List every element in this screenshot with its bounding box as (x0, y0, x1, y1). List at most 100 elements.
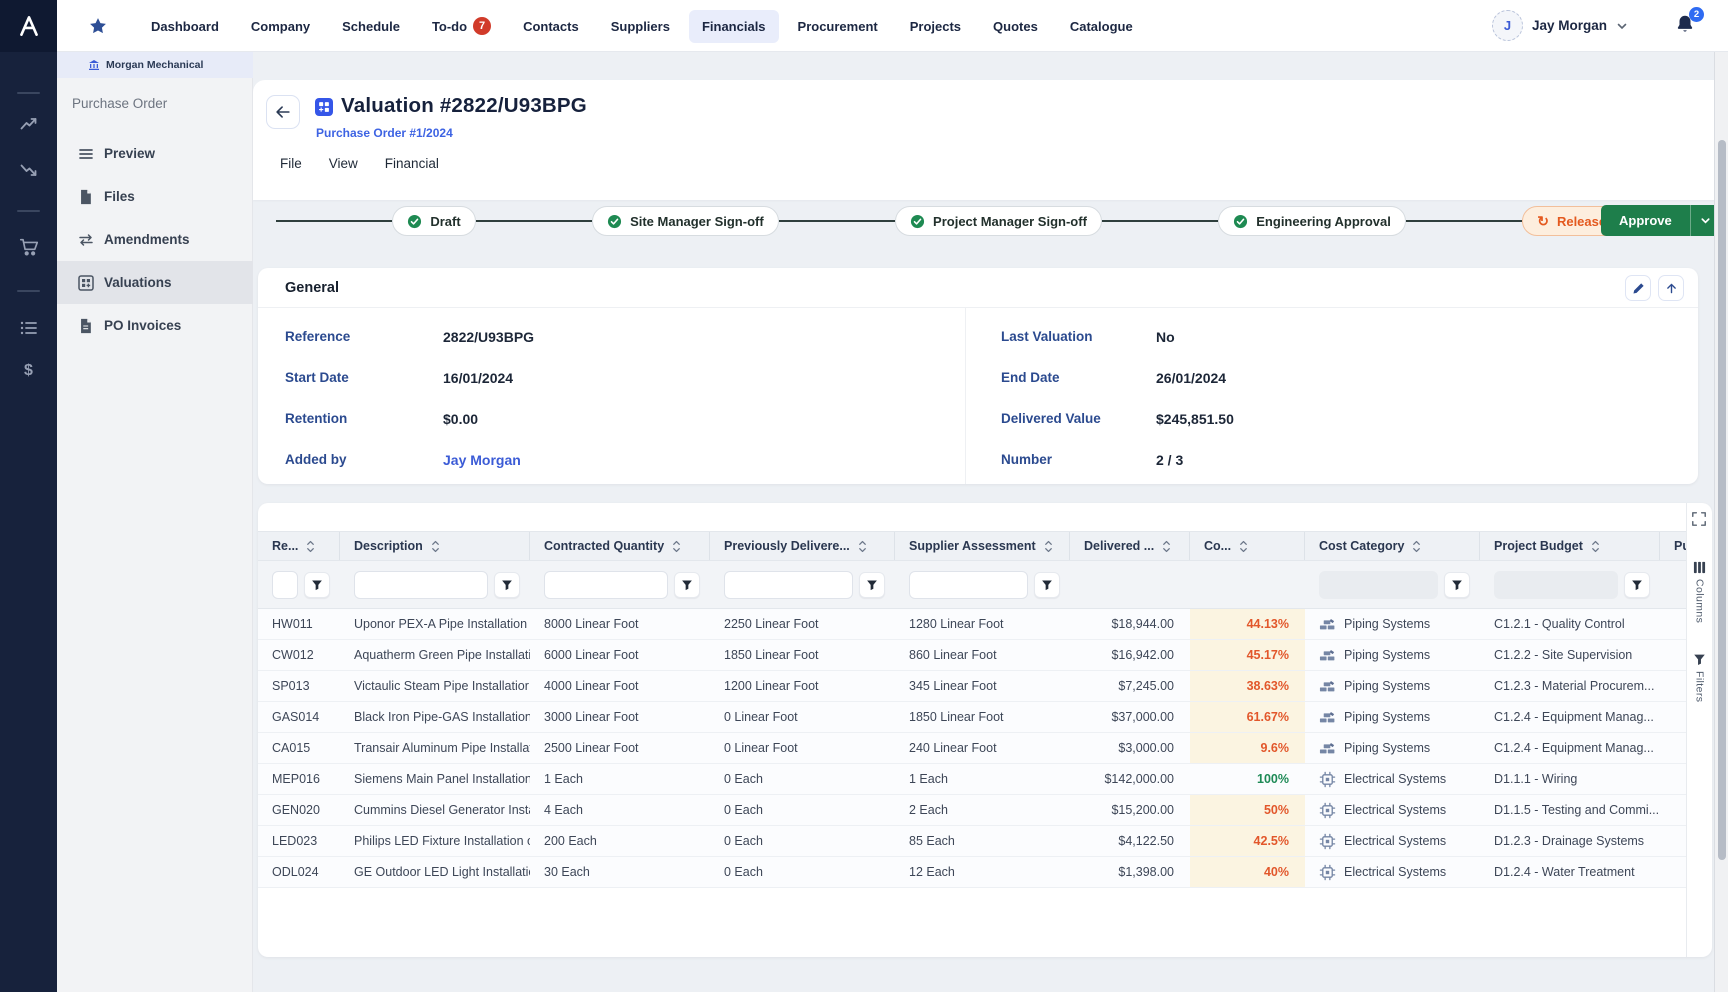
filter-input[interactable] (354, 571, 488, 599)
nav-item[interactable]: Catalogue (1057, 10, 1146, 43)
nav-item[interactable]: Projects (897, 10, 974, 43)
table-row[interactable]: ODL024 GE Outdoor LED Light Installatic … (258, 857, 1686, 888)
filter-funnel-button[interactable] (1034, 572, 1060, 598)
columns-panel-button[interactable]: Columns (1693, 561, 1706, 623)
app-logo[interactable] (0, 0, 57, 52)
column-header[interactable]: Cost Category (1305, 532, 1480, 560)
dollar-icon[interactable]: $ (0, 362, 57, 380)
field-label: Added by (285, 452, 443, 467)
column-header[interactable]: Previously Delivere... (710, 532, 895, 560)
filter-input[interactable] (909, 571, 1028, 599)
sidebar-item[interactable]: Valuations (57, 261, 253, 304)
nav-item-label: To-do (432, 19, 467, 34)
sort-icon[interactable] (1043, 540, 1054, 553)
sidebar-item[interactable]: Amendments (57, 218, 253, 261)
filter-input[interactable] (724, 571, 853, 599)
nav-item[interactable]: Quotes (980, 10, 1051, 43)
column-header[interactable]: Contracted Quantity (530, 532, 710, 560)
notifications-button[interactable]: 2 (1674, 12, 1700, 40)
column-header[interactable]: Pu... (1660, 532, 1686, 560)
purchase-order-link[interactable]: Purchase Order #1/2024 (316, 126, 453, 140)
back-button[interactable] (266, 95, 300, 129)
app-window: Dashboard Company Schedule To-do 7 (0, 0, 1728, 992)
nav-item[interactable]: Suppliers (598, 10, 683, 43)
cost-category-label: Piping Systems (1344, 710, 1430, 724)
table-row[interactable]: MEP016 Siemens Main Panel Installation 1… (258, 764, 1686, 795)
table-row[interactable]: HW011 Uponor PEX-A Pipe Installation ( 8… (258, 609, 1686, 640)
nav-item[interactable]: Company (238, 10, 323, 43)
sort-icon[interactable] (1590, 540, 1601, 553)
nav-item[interactable]: To-do 7 (419, 8, 504, 44)
filter-input[interactable] (1494, 571, 1618, 599)
nav-item-label: Projects (910, 19, 961, 34)
edit-button[interactable] (1625, 275, 1651, 301)
column-header[interactable]: Delivered ... (1070, 532, 1190, 560)
breadcrumb-company[interactable]: Morgan Mechanical (57, 52, 253, 78)
filter-funnel-button[interactable] (859, 572, 885, 598)
sidebar-item-label: Valuations (104, 275, 172, 290)
field-label: Last Valuation (1001, 329, 1156, 344)
menu-item[interactable]: Financial (385, 156, 439, 171)
sort-icon[interactable] (305, 540, 316, 553)
column-header[interactable]: Supplier Assessment (895, 532, 1070, 560)
cart-icon[interactable] (0, 236, 57, 258)
workflow-step[interactable]: ↻ Draft (392, 206, 475, 236)
workflow-connector (276, 220, 392, 222)
sidebar-item[interactable]: Files (57, 175, 253, 218)
table-row[interactable]: GAS014 Black Iron Pipe-GAS Installation … (258, 702, 1686, 733)
avatar: J (1492, 10, 1523, 41)
table-row[interactable]: CA015 Transair Aluminum Pipe Installat 2… (258, 733, 1686, 764)
field-value: No (1156, 329, 1175, 345)
nav-item[interactable]: Schedule (329, 10, 413, 43)
user-menu[interactable]: J Jay Morgan (1492, 10, 1628, 41)
cell-reference: MEP016 (258, 764, 340, 794)
column-header[interactable]: Description (340, 532, 530, 560)
sort-icon[interactable] (671, 540, 682, 553)
filter-funnel-button[interactable] (1444, 572, 1470, 598)
table-row[interactable]: LED023 Philips LED Fixture Installation … (258, 826, 1686, 857)
cell-delivered-value: $18,944.00 (1070, 609, 1190, 639)
sort-icon[interactable] (1238, 540, 1249, 553)
expand-icon[interactable] (1691, 511, 1709, 529)
filter-funnel-button[interactable] (674, 572, 700, 598)
check-circle-icon (607, 214, 622, 229)
trending-up-icon[interactable] (0, 114, 57, 134)
filter-funnel-button[interactable] (494, 572, 520, 598)
filter-input[interactable] (544, 571, 668, 599)
sort-icon[interactable] (1161, 540, 1172, 553)
cell-reference: CW012 (258, 640, 340, 670)
filter-funnel-button[interactable] (304, 572, 330, 598)
trending-down-icon[interactable] (0, 160, 57, 180)
table-row[interactable]: CW012 Aquatherm Green Pipe Installati 60… (258, 640, 1686, 671)
nav-item[interactable]: Procurement (785, 10, 891, 43)
list-icon[interactable] (0, 318, 57, 338)
column-header[interactable]: Project Budget (1480, 532, 1660, 560)
column-header[interactable]: Co... (1190, 532, 1305, 560)
scrollbar-thumb[interactable] (1718, 140, 1726, 860)
favorites-star-icon[interactable] (88, 16, 108, 36)
menu-item[interactable]: File (280, 156, 302, 171)
filter-funnel-button[interactable] (1624, 572, 1650, 598)
nav-item[interactable]: Financials (689, 10, 779, 43)
sort-icon[interactable] (430, 540, 441, 553)
sidebar-item[interactable]: Preview (57, 132, 253, 175)
column-header[interactable]: Re... (258, 532, 340, 560)
workflow-step[interactable]: ↻ Project Manager Sign-off (895, 206, 1102, 236)
sort-icon[interactable] (1411, 540, 1422, 553)
workflow-step[interactable]: ↻ Site Manager Sign-off (592, 206, 779, 236)
workflow-step[interactable]: ↻ Engineering Approval (1218, 206, 1406, 236)
menu-item[interactable]: View (329, 156, 358, 171)
table-row[interactable]: GEN020 Cummins Diesel Generator Insta 4 … (258, 795, 1686, 826)
filters-panel-button[interactable]: Filters (1693, 653, 1706, 702)
collapse-button[interactable] (1658, 275, 1684, 301)
nav-item[interactable]: Contacts (510, 10, 592, 43)
filter-input[interactable] (1319, 571, 1438, 599)
field-value: 2822/U93BPG (443, 329, 534, 345)
approve-button[interactable]: Approve (1601, 205, 1720, 236)
sort-icon[interactable] (857, 540, 868, 553)
column-header-label: Description (354, 539, 423, 553)
sidebar-item[interactable]: PO Invoices (57, 304, 253, 347)
table-row[interactable]: SP013 Victaulic Steam Pipe Installatior … (258, 671, 1686, 702)
nav-item[interactable]: Dashboard (138, 10, 232, 43)
filter-input[interactable] (272, 571, 298, 599)
